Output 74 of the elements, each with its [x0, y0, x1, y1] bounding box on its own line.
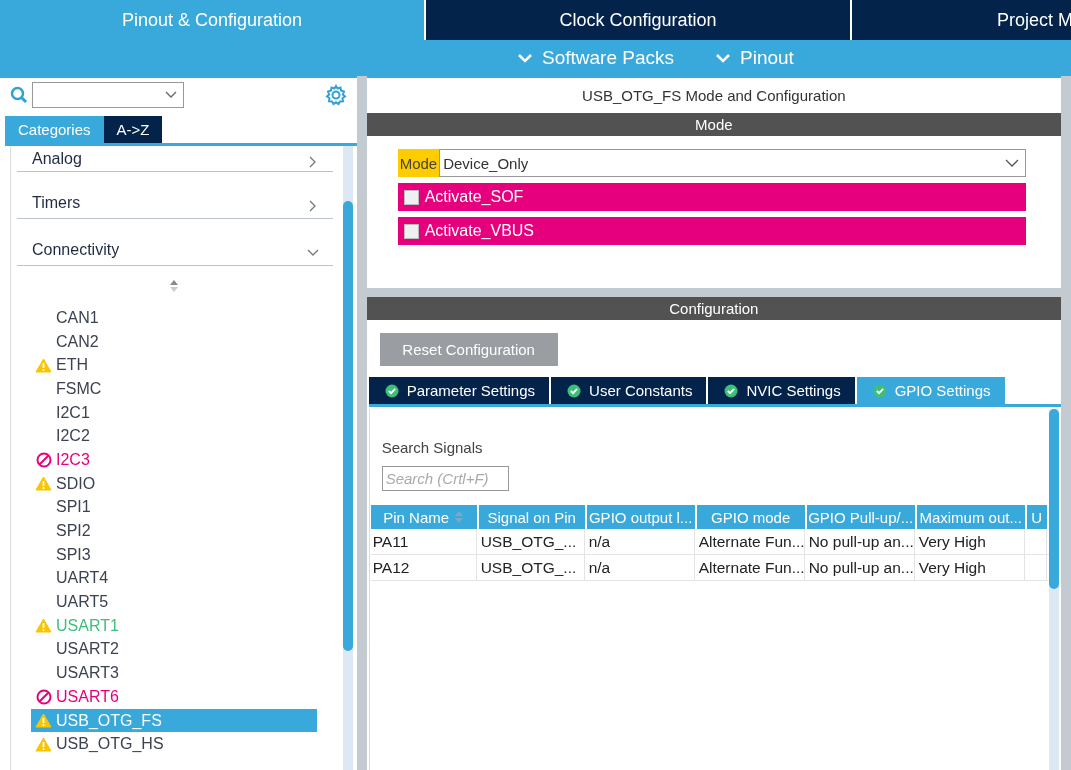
check-circle-icon — [724, 383, 739, 398]
warning-icon — [35, 357, 52, 373]
category-row[interactable]: Analog — [17, 146, 333, 172]
option-label: Activate_SOF — [424, 188, 524, 206]
peripheral-item[interactable]: USB_OTG_HS — [31, 732, 317, 757]
sort-icon — [168, 279, 179, 293]
search-icon[interactable] — [10, 86, 28, 104]
peripheral-item[interactable]: SPI1 — [31, 495, 317, 520]
category-label: Timers — [32, 194, 81, 212]
checkbox[interactable] — [403, 223, 419, 239]
table-cell: PA12 — [370, 555, 477, 580]
peripheral-item[interactable]: I2C1 — [31, 400, 317, 425]
chevron-icon — [716, 53, 730, 63]
table-cell: Alternate Fun... — [696, 555, 805, 580]
category-row[interactable]: Timers — [17, 172, 333, 219]
sort-icon — [454, 510, 465, 524]
warning-icon — [35, 476, 52, 492]
search-label: Search Signals — [381, 439, 484, 456]
peripheral-item[interactable]: SPI2 — [31, 519, 317, 543]
table-cell: Very High — [916, 555, 1025, 580]
check-circle-icon — [567, 383, 582, 398]
peripheral-item[interactable]: CAN2 — [31, 329, 317, 354]
category-label: Connectivity — [32, 241, 120, 259]
blocked-icon — [35, 688, 52, 705]
peripheral-item[interactable]: I2C2 — [31, 424, 317, 449]
peripheral-item[interactable]: UART4 — [31, 566, 317, 591]
option-label: Activate_VBUS — [424, 222, 535, 240]
settings-tab[interactable]: User Constants — [551, 377, 707, 404]
peripheral-item[interactable]: CAN1 — [31, 306, 317, 330]
option-row[interactable]: Activate_SOF — [397, 183, 1026, 211]
warning-icon — [35, 713, 52, 729]
peripheral-item[interactable]: ETH — [31, 353, 317, 378]
chevron-icon — [165, 91, 177, 99]
chevron-icon — [518, 53, 532, 63]
table-cell: Very High — [916, 529, 1025, 554]
settings-tab[interactable]: Parameter Settings — [368, 377, 550, 404]
table-cell: PA11 — [370, 529, 477, 554]
table-cell: No pull-up an... — [806, 529, 915, 554]
check-circle-icon — [872, 383, 887, 398]
search-field[interactable]: Search (Crtl+F) — [381, 466, 509, 491]
view-tab[interactable]: A->Z — [103, 116, 163, 143]
scrollbar[interactable] — [1049, 409, 1059, 770]
search-combo[interactable] — [32, 82, 184, 108]
category-label: Analog — [32, 150, 82, 168]
table-cell: No pull-up an... — [806, 555, 915, 580]
blocked-icon — [35, 451, 52, 468]
category-row[interactable]: Connectivity — [17, 219, 333, 266]
option-row[interactable]: Activate_VBUS — [397, 217, 1026, 245]
mode-select[interactable]: Device_Only — [439, 149, 1026, 177]
settings-icon[interactable] — [324, 84, 347, 106]
panel-title: USB_OTG_FS Mode and Configuration — [581, 86, 847, 106]
warning-icon — [35, 618, 52, 634]
table-cell: n/a — [586, 555, 695, 580]
checkbox[interactable] — [403, 189, 419, 205]
table-cell: USB_OTG_... — [478, 555, 585, 580]
chevron-icon — [1005, 159, 1019, 167]
table-cell: n/a — [586, 529, 695, 554]
table-cell: Alternate Fun... — [696, 529, 805, 554]
peripheral-item[interactable]: SDIO — [31, 471, 317, 496]
peripheral-item[interactable]: I2C3 — [31, 448, 317, 472]
section-header: Mode — [366, 113, 1061, 136]
section-header: Configuration — [366, 297, 1061, 320]
scrollbar[interactable] — [342, 146, 353, 770]
peripheral-item[interactable]: USART2 — [31, 637, 317, 662]
table-cell: USB_OTG_... — [478, 529, 585, 554]
peripheral-item[interactable]: USART6 — [31, 685, 317, 709]
peripheral-item[interactable]: USART3 — [31, 661, 317, 685]
warning-icon — [35, 736, 52, 752]
mode-label: Mode — [397, 149, 440, 177]
check-circle-icon — [384, 383, 399, 398]
peripheral-item[interactable]: UART5 — [31, 590, 317, 614]
peripheral-item[interactable]: SPI3 — [31, 542, 317, 567]
settings-tab[interactable]: NVIC Settings — [708, 377, 855, 404]
peripheral-item[interactable]: FSMC — [31, 377, 317, 401]
